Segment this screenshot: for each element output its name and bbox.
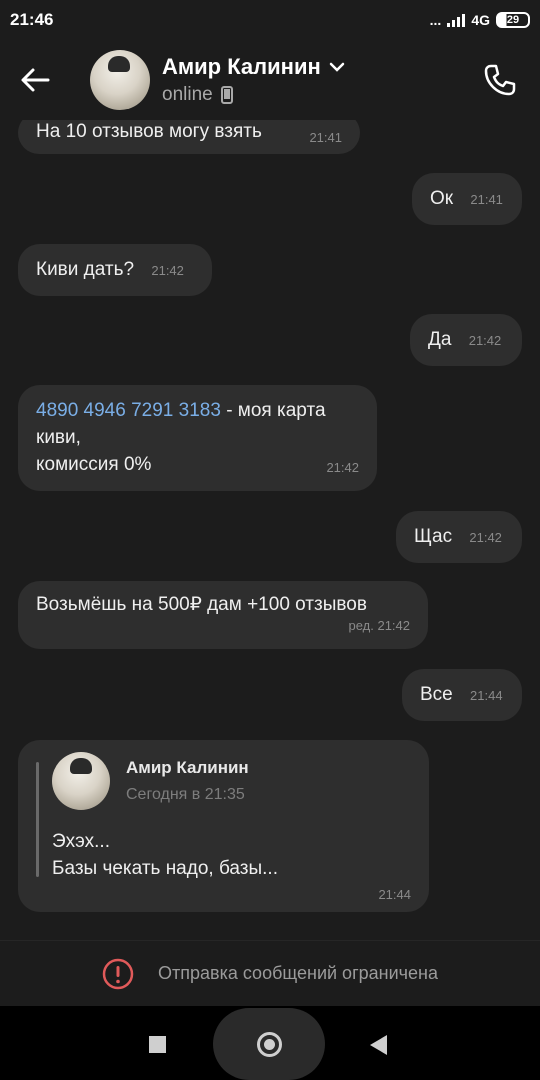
message-bubble[interactable]: Да 21:42	[410, 314, 522, 366]
forward-quote-bar	[36, 762, 39, 877]
arrow-left-icon	[21, 68, 50, 92]
message-text-line: киви,	[36, 427, 81, 448]
avatar[interactable]	[90, 50, 150, 110]
phone-icon	[484, 64, 516, 96]
message-text: Ок	[430, 188, 454, 209]
signal-icon	[447, 13, 466, 27]
system-back-button[interactable]	[370, 1035, 387, 1055]
alert-circle-icon	[102, 958, 134, 989]
forward-date: Сегодня в 21:35	[126, 786, 245, 803]
message-bubble[interactable]: Ок 21:41	[412, 173, 522, 225]
network-type: 4G	[471, 12, 490, 28]
restriction-bar: Отправка сообщений ограничена	[0, 940, 540, 1006]
message-text-line: комиссия 0%	[36, 454, 152, 475]
message-text: На 10 отзывов могу взять	[36, 121, 262, 142]
message-time: 21:41	[309, 130, 342, 145]
message-text: Возьмёшь на 500₽ дам +100 отзывов	[36, 594, 367, 615]
message-time: 21:42	[151, 263, 184, 278]
battery-level: 29	[506, 14, 520, 26]
message-time: 21:42	[469, 530, 502, 545]
card-number-link[interactable]: 4890 4946 7291 3183	[36, 400, 221, 421]
forward-text: Эхэх... Базы чекать надо, базы...	[52, 828, 278, 882]
message-text: Все	[420, 684, 453, 705]
message-bubble[interactable]: 4890 4946 7291 3183 - моя карта киви, ко…	[18, 385, 377, 491]
message-bubble[interactable]: Щас 21:42	[396, 511, 522, 563]
contact-name: Амир Калинин	[162, 54, 321, 79]
notification-dots: ...	[429, 12, 442, 28]
restriction-text: Отправка сообщений ограничена	[158, 963, 438, 983]
message-time: 21:42	[468, 333, 502, 348]
home-button[interactable]	[257, 1032, 282, 1057]
system-nav-bar	[0, 1006, 540, 1080]
call-button[interactable]	[460, 40, 540, 120]
chevron-down-icon	[329, 62, 345, 72]
message-time: 21:44	[378, 887, 411, 902]
back-button[interactable]	[0, 40, 70, 120]
message-text: - моя карта	[220, 400, 326, 421]
message-list[interactable]: На 10 отзывов могу взять 21:41 Ок 21:41 …	[0, 120, 540, 940]
message-text: Щас	[414, 526, 453, 547]
recents-button[interactable]	[149, 1036, 166, 1053]
message-bubble[interactable]: Возьмёшь на 500₽ дам +100 отзывов ред. 2…	[18, 581, 428, 649]
battery-icon: 29	[496, 12, 530, 28]
message-time: 21:44	[470, 688, 503, 703]
message-bubble[interactable]: Киви дать? 21:42	[18, 244, 212, 296]
message-text: Киви дать?	[36, 259, 135, 280]
message-time: 21:41	[470, 192, 503, 207]
contact-info[interactable]: Амир Калинин online	[162, 54, 460, 106]
message-text: Да	[428, 329, 452, 350]
message-bubble[interactable]: Все 21:44	[402, 669, 522, 721]
forward-author-avatar[interactable]	[52, 752, 110, 810]
status-indicators: ... 4G 29	[430, 12, 530, 28]
contact-status: online	[162, 84, 213, 105]
message-time: 21:42	[326, 460, 359, 475]
mobile-device-icon	[220, 86, 233, 104]
status-time: 21:46	[10, 10, 54, 29]
message-bubble[interactable]: На 10 отзывов могу взять 21:41	[18, 120, 360, 154]
forwarded-message[interactable]: Амир Калинин Сегодня в 21:35 Эхэх... Баз…	[18, 740, 429, 912]
chat-header: Амир Калинин online	[0, 40, 540, 120]
forward-author-name[interactable]: Амир Калинин	[126, 758, 249, 778]
forward-text-line: Эхэх...	[52, 831, 110, 852]
message-time: ред. 21:42	[348, 618, 410, 633]
forward-text-line: Базы чекать надо, базы...	[52, 858, 278, 879]
status-bar: 21:46 ... 4G 29	[0, 0, 540, 40]
